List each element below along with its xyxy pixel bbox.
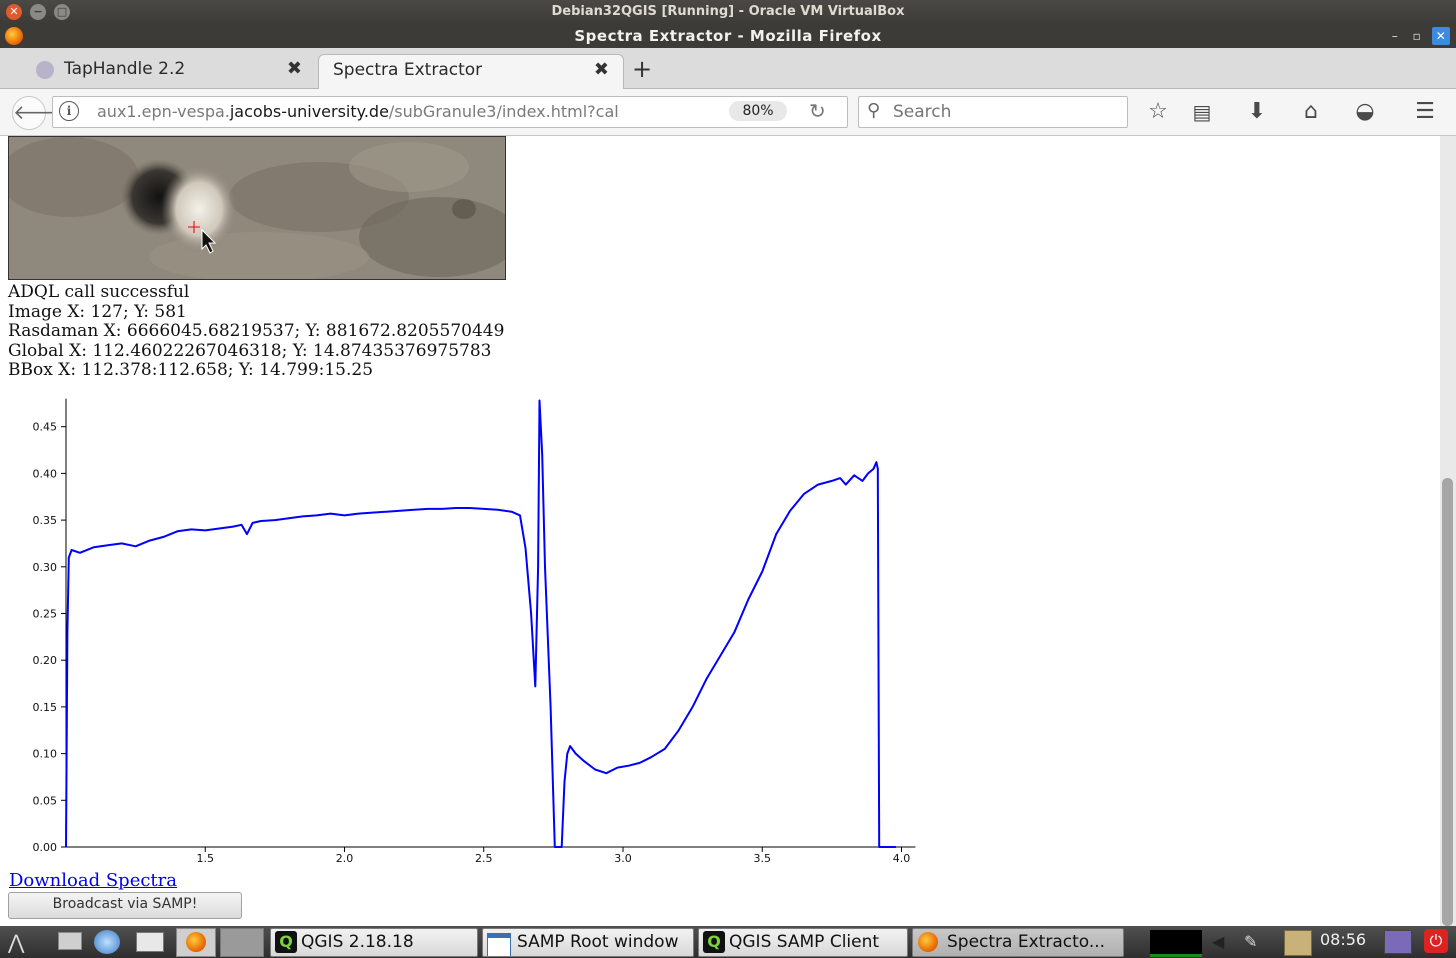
y-tick-label: 0.00 — [33, 841, 58, 854]
y-tick-label: 0.15 — [33, 701, 58, 714]
search-input[interactable] — [891, 100, 1123, 124]
back-button[interactable]: 🡐 — [12, 96, 67, 130]
x-tick-label: 3.0 — [614, 852, 632, 865]
series-group — [65, 399, 896, 848]
firefox-icon — [186, 932, 206, 952]
task-samp-root[interactable]: SAMP Root window — [482, 928, 694, 957]
x-axis: 1.5 2.0 2.5 3.0 3.5 4.0 — [66, 846, 916, 865]
minimize-icon[interactable]: − — [30, 4, 46, 20]
y-tick-label: 0.20 — [33, 654, 58, 667]
scrollbar-thumb[interactable] — [1442, 478, 1453, 926]
clock: 08:56 — [1320, 930, 1367, 949]
qgis-icon: Q — [703, 931, 725, 953]
menu-icon[interactable]: ☰ — [1411, 99, 1439, 125]
close-icon[interactable]: ✕ — [6, 4, 22, 20]
info-panel: ADQL call successful Image X: 127; Y: 58… — [8, 282, 505, 381]
x-tick-label: 1.5 — [197, 852, 215, 865]
download-spectra-link[interactable]: Download Spectra — [9, 870, 177, 891]
window-minimize-icon[interactable]: – — [1386, 27, 1404, 45]
image-coordinates: Image X: 127; Y: 581 — [8, 301, 187, 322]
url-text[interactable]: aux1.epn-vespa.jacobs-university.de/subG… — [97, 102, 737, 121]
tab-strip: TapHandle 2.2 ✖ Spectra Extractor ✖ + — [0, 48, 1456, 89]
y-axis: 0.00 0.05 0.10 0.15 0.20 0.25 0.30 0.35 0.40 0.45 — [33, 398, 67, 854]
y-tick-label: 0.35 — [33, 514, 58, 527]
download-icon[interactable]: ⬇ — [1243, 99, 1271, 125]
window-close-icon[interactable]: ✕ — [1432, 27, 1450, 45]
plug-icon[interactable]: ✎ — [1244, 932, 1257, 951]
tab-label: TapHandle 2.2 — [64, 59, 186, 79]
network-icon[interactable] — [94, 930, 120, 954]
broadcast-samp-button[interactable]: Broadcast via SAMP! — [8, 892, 242, 919]
url-bar[interactable]: i aux1.epn-vespa.jacobs-university.de/su… — [52, 96, 848, 128]
task-qgis[interactable]: Q QGIS 2.18.18 — [270, 928, 478, 957]
x-tick-label: 2.0 — [336, 852, 354, 865]
taskbar: ⋀ Q QGIS 2.18.18 SAMP Root window Q QGIS… — [0, 926, 1456, 958]
series-line-0 — [65, 399, 896, 848]
search-icon: ⚲ — [867, 100, 881, 121]
maximize-icon[interactable]: □ — [54, 4, 70, 20]
y-tick-label: 0.40 — [33, 467, 58, 480]
vbox-title-bar: ✕ − □ Debian32QGIS [Running] - Oracle VM… — [0, 0, 1456, 24]
show-desktop-icon[interactable] — [58, 932, 82, 950]
y-tick-label: 0.30 — [33, 561, 58, 574]
task-spectra-extractor[interactable]: Spectra Extracto... — [912, 928, 1124, 957]
rasdaman-coordinates: Rasdaman X: 6666045.68219537; Y: 881672.… — [8, 321, 505, 342]
firefox-icon — [5, 27, 23, 45]
vbox-title: Debian32QGIS [Running] - Oracle VM Virtu… — [551, 4, 905, 19]
bookmarks-library-icon[interactable]: ▤ — [1188, 99, 1216, 125]
tab-label: Spectra Extractor — [333, 60, 483, 80]
volume-icon[interactable]: ◀ — [1212, 932, 1224, 951]
home-icon[interactable]: ⌂ — [1297, 99, 1325, 125]
global-coordinates: Global X: 112.46022267046318; Y: 14.8743… — [8, 340, 492, 361]
y-tick-label: 0.10 — [33, 748, 58, 761]
user-switch-icon[interactable] — [1384, 930, 1412, 954]
tab-taphandle[interactable]: TapHandle 2.2 ✖ — [0, 54, 316, 88]
y-tick-label: 0.45 — [33, 421, 58, 434]
crater-image[interactable] — [8, 136, 506, 280]
reload-icon[interactable]: ↻ — [809, 99, 826, 123]
pocket-icon[interactable]: ◒ — [1351, 99, 1379, 125]
cpu-monitor-icon — [1150, 930, 1202, 957]
window-icon — [487, 933, 511, 956]
tab-close-icon[interactable]: ✖ — [287, 54, 302, 84]
adql-status: ADQL call successful — [8, 282, 190, 302]
window-restore-icon[interactable]: ▫ — [1408, 27, 1426, 45]
y-tick-label: 0.05 — [33, 794, 58, 807]
taphandle-favicon-icon — [36, 61, 54, 79]
qgis-icon: Q — [275, 931, 297, 953]
clipboard-icon[interactable] — [1284, 930, 1312, 956]
bbox-coordinates: BBox X: 112.378:112.658; Y: 14.799:15.25 — [8, 360, 374, 381]
x-tick-label: 4.0 — [893, 852, 911, 865]
x-tick-label: 3.5 — [754, 852, 772, 865]
zoom-level-badge[interactable]: 80% — [729, 101, 787, 121]
search-bar[interactable]: ⚲ — [858, 96, 1128, 128]
start-menu-icon[interactable]: ⋀ — [8, 930, 24, 954]
firefox-launcher[interactable] — [176, 928, 216, 957]
tab-spectra-extractor[interactable]: Spectra Extractor ✖ — [318, 54, 624, 89]
x-tick-label: 2.5 — [475, 852, 493, 865]
info-icon[interactable]: i — [59, 101, 79, 121]
task-qgis-samp-client[interactable]: Q QGIS SAMP Client — [698, 928, 908, 957]
firefox-icon — [918, 932, 938, 952]
y-tick-label: 0.25 — [33, 608, 58, 621]
bookmark-star-icon[interactable]: ☆ — [1144, 99, 1172, 125]
spectra-chart: 0.00 0.05 0.10 0.15 0.20 0.25 0.30 0.35 0.40 0.45… — [33, 398, 916, 865]
firefox-title-bar: Spectra Extractor - Mozilla Firefox – ▫ … — [0, 24, 1456, 48]
file-manager-icon[interactable] — [136, 932, 164, 952]
power-icon[interactable]: ⏻ — [1424, 929, 1448, 953]
new-tab-icon[interactable]: + — [632, 54, 652, 84]
tab-close-icon[interactable]: ✖ — [594, 55, 609, 85]
workspace-switcher[interactable] — [220, 928, 264, 957]
nav-bar: 🡐 i aux1.epn-vespa.jacobs-university.de/… — [0, 89, 1456, 136]
window-title: Spectra Extractor - Mozilla Firefox — [574, 27, 882, 45]
